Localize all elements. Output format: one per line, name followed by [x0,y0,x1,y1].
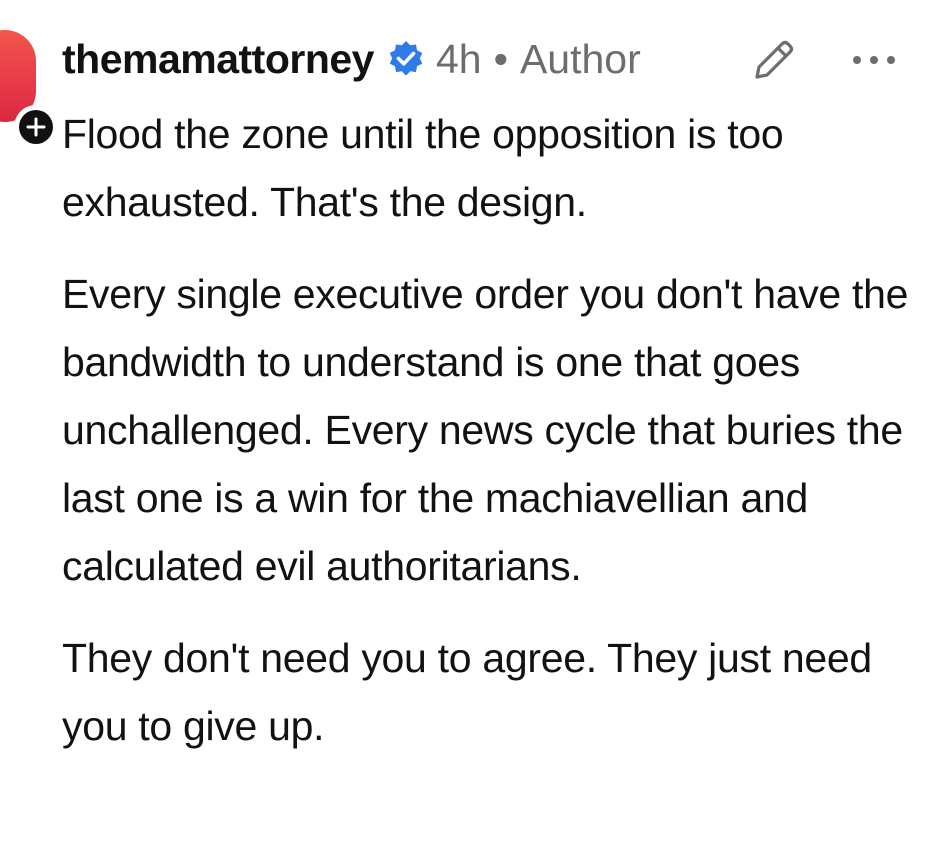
follow-button[interactable] [14,105,58,149]
more-options-icon[interactable] [850,50,898,70]
comment-paragraph-3: They don't need you to agree. They just … [62,635,872,749]
author-tag: Author [519,35,641,82]
plus-icon [19,110,53,144]
verified-badge-icon [386,39,426,79]
timestamp: 4h [435,35,482,82]
comment-paragraph-2: Every single executive order you don't h… [62,271,909,589]
comment-paragraph-1: Flood the zone until the opposition is t… [62,111,784,225]
comment-body: Flood the zone until the opposition is t… [62,100,934,784]
meta-separator: • [493,35,508,82]
pencil-icon[interactable] [748,34,800,86]
comment-header: themamattorney 4h • Author [62,30,641,88]
username[interactable]: themamattorney [62,36,374,83]
